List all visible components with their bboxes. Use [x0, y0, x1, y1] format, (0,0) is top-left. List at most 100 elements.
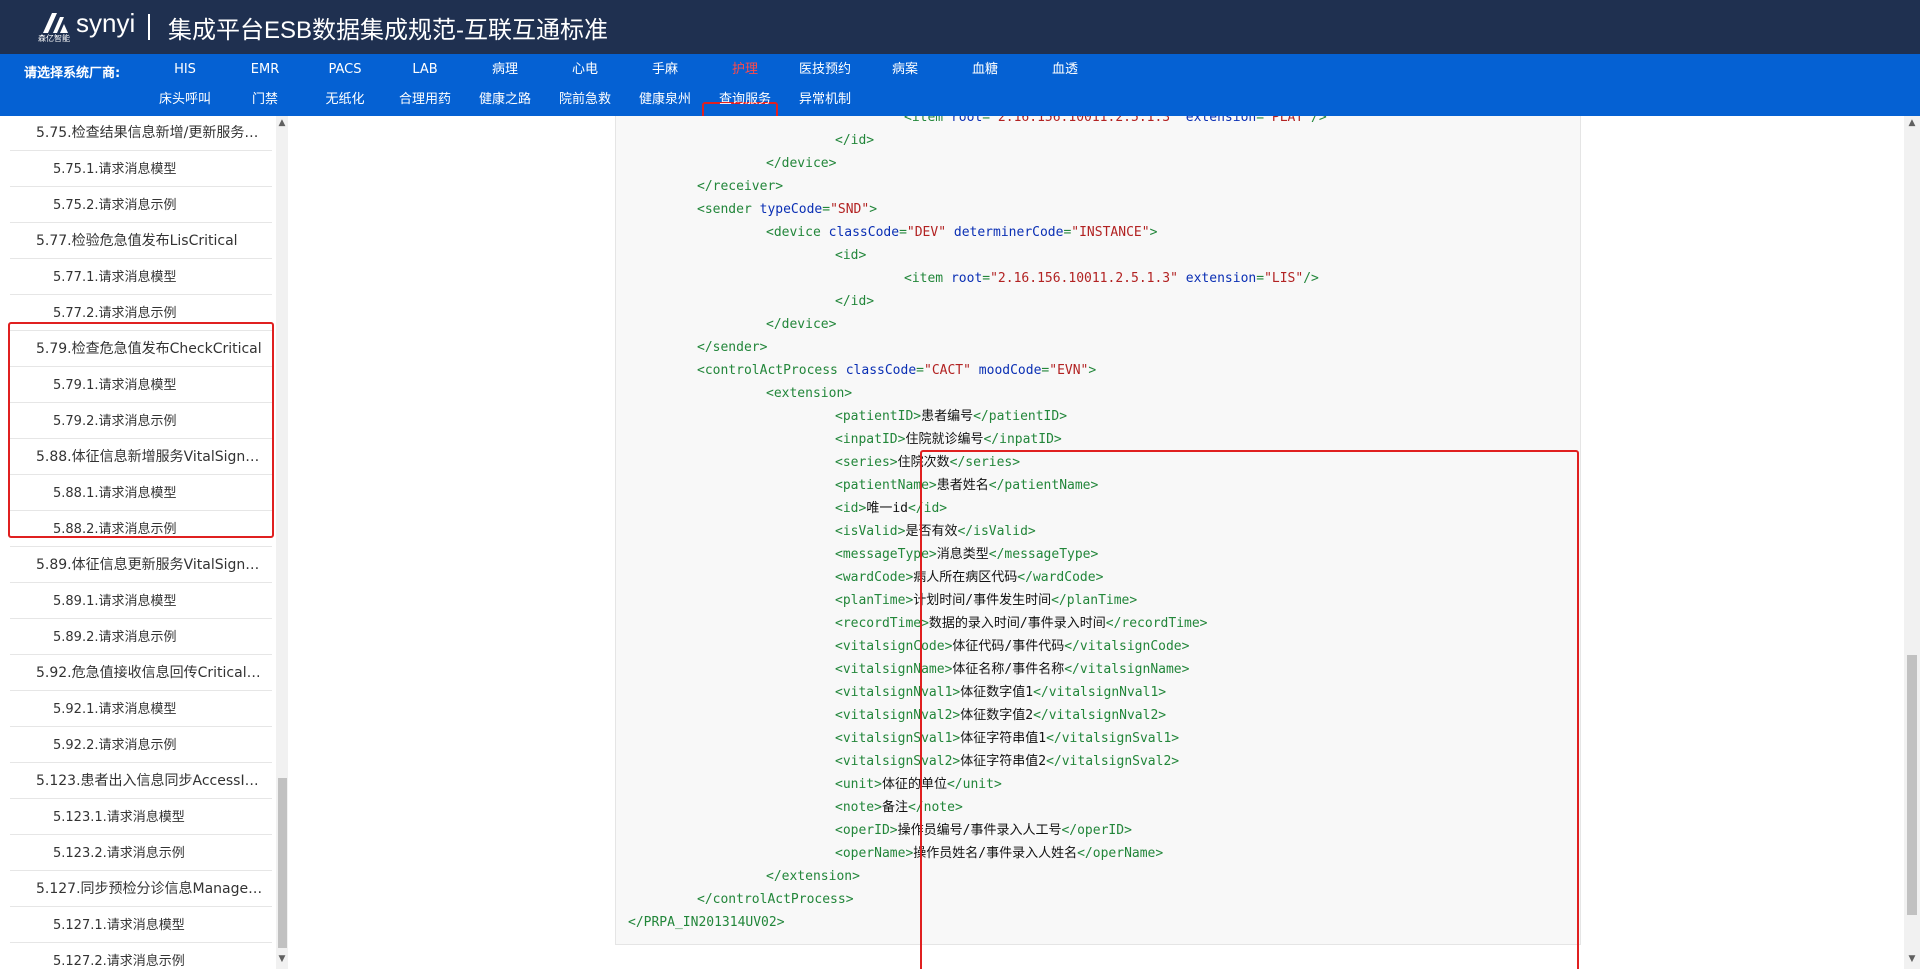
xml-tag [1178, 271, 1186, 286]
xml-tag: </inpatID> [983, 432, 1062, 447]
xml-tag: = [1256, 116, 1265, 125]
vendor-tab-查询服务[interactable]: 查询服务 [705, 90, 785, 110]
xml-text: 住院就诊编号 [905, 432, 984, 447]
vendor-tab-EMR[interactable]: EMR [225, 60, 305, 80]
vendor-tab-合理用药[interactable]: 合理用药 [385, 90, 465, 110]
sidebar-subitem[interactable]: 5.75.2.请求消息示例 [10, 188, 272, 223]
sidebar-section-item[interactable]: 5.77.检验危急值发布LisCritical [10, 224, 272, 259]
sidebar-highlight-box [8, 322, 274, 538]
vendor-tab-血透[interactable]: 血透 [1025, 60, 1105, 80]
vendor-tab-床头呼叫[interactable]: 床头呼叫 [145, 90, 225, 110]
code-line: <extension> [766, 382, 852, 405]
xml-text: 备注 [881, 800, 908, 815]
vendor-tab-院前急救[interactable]: 院前急救 [545, 90, 625, 110]
xml-tag [971, 363, 979, 378]
sidebar-subitem[interactable]: 5.127.2.请求消息示例 [10, 944, 272, 969]
vendor-tab-无纸化[interactable]: 无纸化 [305, 90, 385, 110]
xml-value: "PLAT" [1264, 116, 1312, 125]
xml-tag [1178, 116, 1186, 125]
xml-tag: <series> [835, 455, 898, 470]
sidebar-subitem[interactable]: 5.92.2.请求消息示例 [10, 728, 272, 763]
xml-attr: extension [1185, 116, 1257, 125]
vendor-tab-血糖[interactable]: 血糖 [945, 60, 1025, 80]
page-scroll-up-icon[interactable]: ▲ [1906, 118, 1918, 128]
xml-tag: > [869, 202, 878, 217]
code-line: <inpatID>住院就诊编号</inpatID> [835, 428, 1062, 451]
vendor-tab-护理[interactable]: 护理 [705, 60, 785, 80]
sidebar-section-item[interactable]: 5.123.患者出入信息同步AccessI… [10, 764, 272, 799]
page-title: 集成平台ESB数据集成规范-互联互通标准 [168, 17, 609, 44]
sidebar-scroll-down-icon[interactable]: ▼ [276, 954, 288, 964]
xml-tag: = [982, 271, 991, 286]
xml-attr: root [950, 116, 983, 125]
page-scroll-down-icon[interactable]: ▼ [1906, 954, 1918, 964]
xml-attr: classCode [845, 363, 917, 378]
sidebar-section-item[interactable]: 5.127.同步预检分诊信息Manage… [10, 872, 272, 907]
xml-value: "DEV" [906, 225, 947, 240]
xml-tag: <planTime> [835, 593, 914, 608]
xml-value: "LIS" [1264, 271, 1304, 286]
page-scrollbar-thumb[interactable] [1907, 655, 1917, 915]
xml-tag: </PRPA_IN201314UV02> [628, 915, 785, 930]
vendor-tab-健康泉州[interactable]: 健康泉州 [625, 90, 705, 110]
vendor-tab-门禁[interactable]: 门禁 [225, 90, 305, 110]
vendor-tab-医技预约[interactable]: 医技预约 [785, 60, 865, 80]
sidebar-subitem[interactable]: 5.127.1.请求消息模型 [10, 908, 272, 943]
xml-tag: <id> [835, 501, 867, 516]
sidebar-subitem[interactable]: 5.89.2.请求消息示例 [10, 620, 272, 655]
xml-tag: <note> [835, 800, 882, 815]
vendor-select-label: 请选择系统厂商: [24, 66, 121, 81]
xml-tag: <controlActProcess [697, 363, 846, 378]
xml-tag: <unit> [835, 777, 882, 792]
xml-tag: </id> [835, 294, 875, 309]
vendor-tab-心电[interactable]: 心电 [545, 60, 625, 80]
xml-attr: moodCode [978, 363, 1042, 378]
vendor-tab-病案[interactable]: 病案 [865, 60, 945, 80]
xml-tag: <recordTime> [835, 616, 929, 631]
xml-value: "EVN" [1049, 363, 1089, 378]
code-line: </device> [766, 152, 836, 175]
vendor-nav-bar: 请选择系统厂商: HIS EMR PACS LAB 病理 心电 手麻 护理 医技预约 病案 血糖 血透… [0, 54, 1920, 126]
xml-tag: = [822, 202, 831, 217]
xml-text: 唯一id [866, 501, 908, 516]
sidebar-subitem[interactable]: 5.75.1.请求消息模型 [10, 152, 272, 187]
sidebar-scroll-up-icon[interactable]: ▲ [276, 118, 288, 128]
vendor-tab-异常机制[interactable]: 异常机制 [785, 90, 865, 110]
sidebar-subitem[interactable]: 5.77.1.请求消息模型 [10, 260, 272, 295]
xml-attr: determinerCode [953, 225, 1064, 240]
code-line: </id> [835, 290, 874, 313]
sidebar-section-item[interactable]: 5.89.体征信息更新服务VitalSign… [10, 548, 272, 583]
xml-tag: <id> [835, 248, 867, 263]
code-line: <device classCode="DEV" determinerCode="… [766, 221, 1157, 244]
xml-tag: <wardCode> [835, 570, 914, 585]
top-header: 森亿智能 synyi 集成平台ESB数据集成规范-互联互通标准 [0, 0, 1920, 54]
sidebar-section-item[interactable]: 5.92.危急值接收信息回传Critical… [10, 656, 272, 691]
sidebar-section-item[interactable]: 5.75.检查结果信息新增/更新服务… [10, 116, 272, 151]
xml-tag: /> [1303, 271, 1319, 286]
xml-text: 患者编号 [921, 409, 974, 424]
code-line: <item root="2.16.156.10011.2.5.1.3" exte… [904, 116, 1327, 129]
sidebar-subitem[interactable]: 5.89.1.请求消息模型 [10, 584, 272, 619]
xml-tag: </device> [766, 156, 837, 171]
sidebar-subitem[interactable]: 5.123.2.请求消息示例 [10, 836, 272, 871]
xml-tag: = [899, 225, 907, 240]
vendor-tab-LAB[interactable]: LAB [385, 60, 465, 80]
xml-value: "2.16.156.10011.2.5.1.3" [990, 116, 1178, 125]
vendor-tab-健康之路[interactable]: 健康之路 [465, 90, 545, 110]
vendor-tab-PACS[interactable]: PACS [305, 60, 385, 80]
code-highlight-box [920, 450, 1579, 969]
xml-value: "SND" [830, 202, 870, 217]
sidebar-subitem[interactable]: 5.123.1.请求消息模型 [10, 800, 272, 835]
vendor-tab-HIS[interactable]: HIS [145, 60, 225, 80]
xml-attr: root [950, 271, 983, 286]
xml-tag: = [916, 363, 924, 378]
sidebar-subitem[interactable]: 5.92.1.请求消息模型 [10, 692, 272, 727]
xml-tag: </receiver> [697, 179, 784, 194]
xml-tag: <device [766, 225, 829, 240]
vendor-tab-手麻[interactable]: 手麻 [625, 60, 705, 80]
xml-attr: classCode [828, 225, 900, 240]
xml-value: "2.16.156.10011.2.5.1.3" [990, 271, 1178, 286]
xml-tag: <sender [697, 202, 760, 217]
vendor-tab-病理[interactable]: 病理 [465, 60, 545, 80]
sidebar-scrollbar-thumb[interactable] [278, 778, 287, 948]
